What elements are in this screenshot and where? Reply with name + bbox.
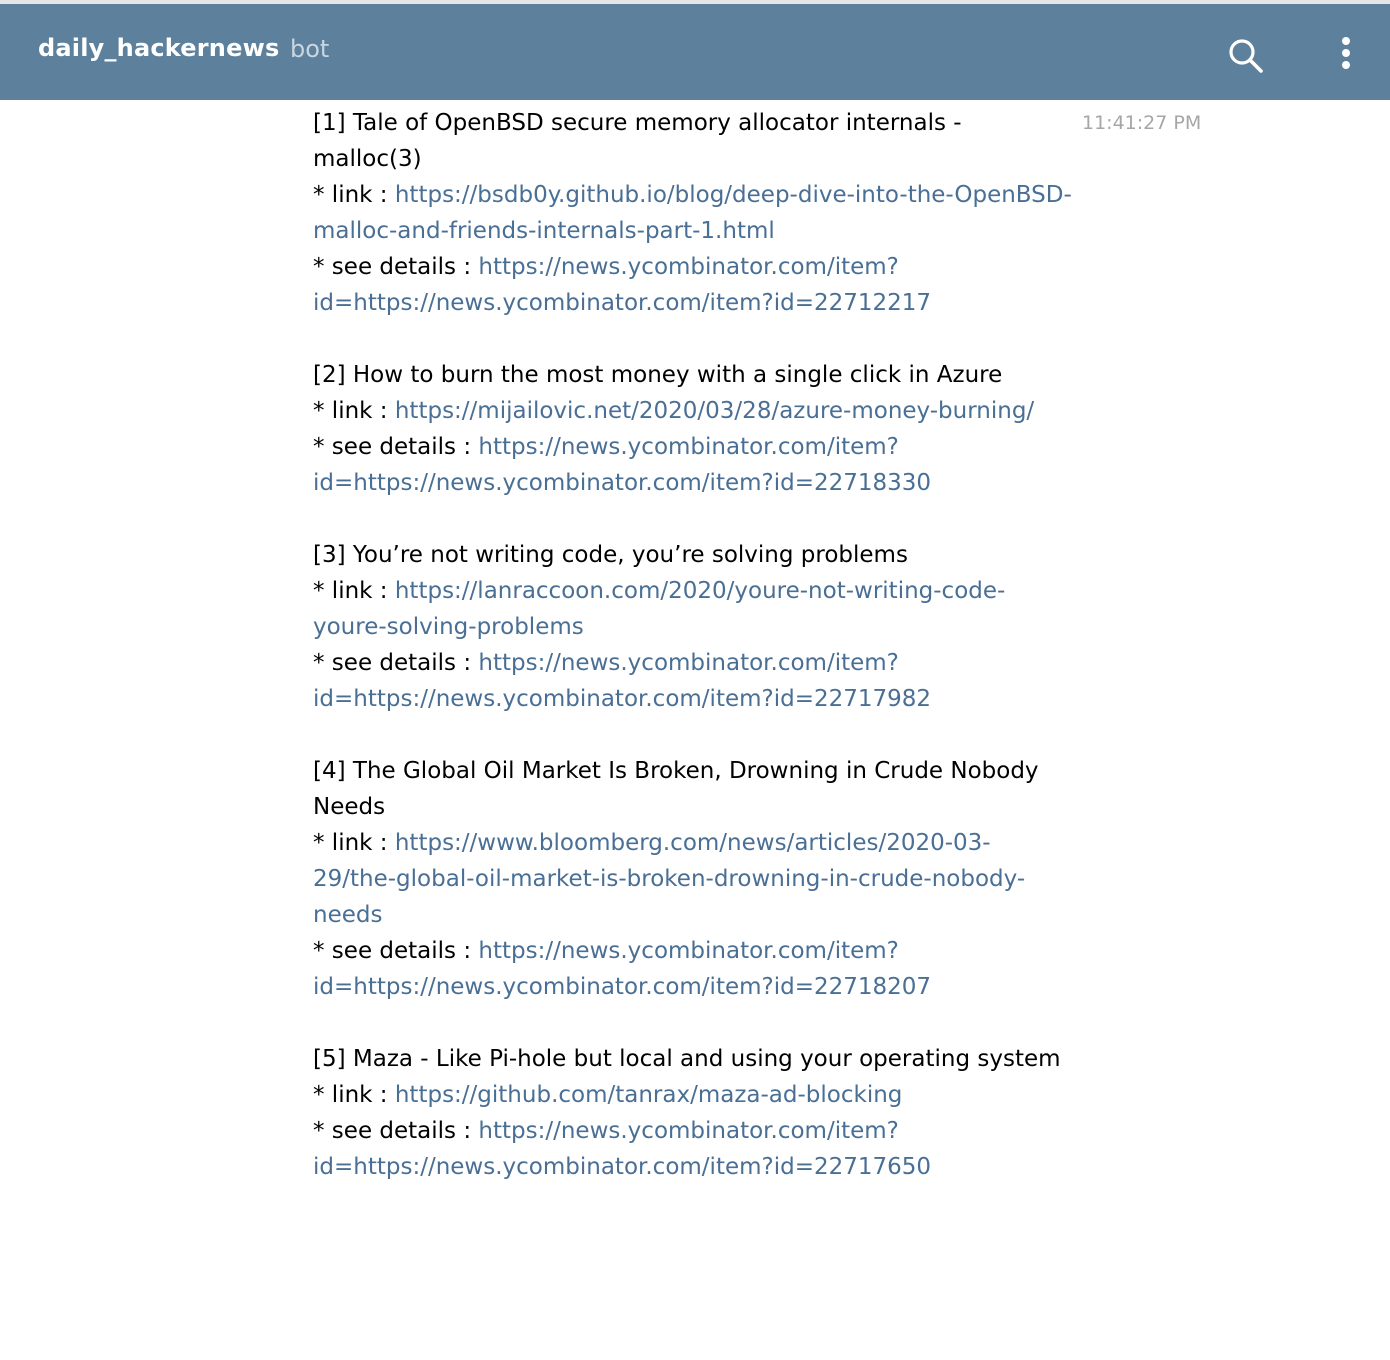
news-item-details-row: * see details : https://news.ycombinator… — [313, 249, 1073, 321]
article-link[interactable]: https://lanraccoon.com/2020/youre-not-wr… — [313, 578, 1005, 640]
news-item-details-row: * see details : https://news.ycombinator… — [313, 933, 1073, 1005]
news-item-title: [2] How to burn the most money with a si… — [313, 362, 1003, 388]
details-label: * see details : — [313, 434, 479, 460]
details-label: * see details : — [313, 650, 479, 676]
news-item-link-row: * link : https://mijailovic.net/2020/03/… — [313, 393, 1073, 429]
link-label: * link : — [313, 1082, 395, 1108]
news-item-details-row: * see details : https://news.ycombinator… — [313, 429, 1073, 501]
news-item-link-row: * link : https://lanraccoon.com/2020/you… — [313, 573, 1073, 645]
message-timestamp: 11:41:27 PM — [1082, 112, 1202, 134]
chat-subtitle: bot — [290, 35, 330, 63]
details-label: * see details : — [313, 254, 479, 280]
news-item-title: [5] Maza - Like Pi-hole but local and us… — [313, 1046, 1061, 1072]
news-item: [2] How to burn the most money with a si… — [313, 357, 1073, 501]
news-item-link-row: * link : https://www.bloomberg.com/news/… — [313, 825, 1073, 933]
link-label: * link : — [313, 182, 395, 208]
news-item: [5] Maza - Like Pi-hole but local and us… — [313, 1041, 1073, 1185]
news-item-link-row: * link : https://bsdb0y.github.io/blog/d… — [313, 177, 1073, 249]
news-item: [1] Tale of OpenBSD secure memory alloca… — [313, 105, 1073, 321]
link-label: * link : — [313, 578, 395, 604]
news-item-title: [3] You’re not writing code, you’re solv… — [313, 542, 908, 568]
chat-title[interactable]: daily_hackernews — [38, 34, 279, 62]
search-icon[interactable] — [1226, 36, 1266, 76]
news-item-link-row: * link : https://github.com/tanrax/maza-… — [313, 1077, 1073, 1113]
news-item: [3] You’re not writing code, you’re solv… — [313, 537, 1073, 717]
article-link[interactable]: https://bsdb0y.github.io/blog/deep-dive-… — [313, 182, 1072, 244]
message-body: [1] Tale of OpenBSD secure memory alloca… — [313, 105, 1073, 1221]
news-item-details-row: * see details : https://news.ycombinator… — [313, 645, 1073, 717]
news-item-details-row: * see details : https://news.ycombinator… — [313, 1113, 1073, 1185]
details-label: * see details : — [313, 938, 479, 964]
article-link[interactable]: https://www.bloomberg.com/news/articles/… — [313, 830, 1025, 928]
article-link[interactable]: https://mijailovic.net/2020/03/28/azure-… — [395, 398, 1034, 424]
article-link[interactable]: https://github.com/tanrax/maza-ad-blocki… — [395, 1082, 903, 1108]
link-label: * link : — [313, 830, 395, 856]
news-item-title: [4] The Global Oil Market Is Broken, Dro… — [313, 758, 1039, 820]
news-item-title: [1] Tale of OpenBSD secure memory alloca… — [313, 110, 962, 172]
news-item: [4] The Global Oil Market Is Broken, Dro… — [313, 753, 1073, 1005]
link-label: * link : — [313, 398, 395, 424]
chat-header: daily_hackernews bot — [0, 4, 1390, 100]
details-label: * see details : — [313, 1118, 479, 1144]
more-vertical-icon[interactable] — [1334, 34, 1358, 78]
